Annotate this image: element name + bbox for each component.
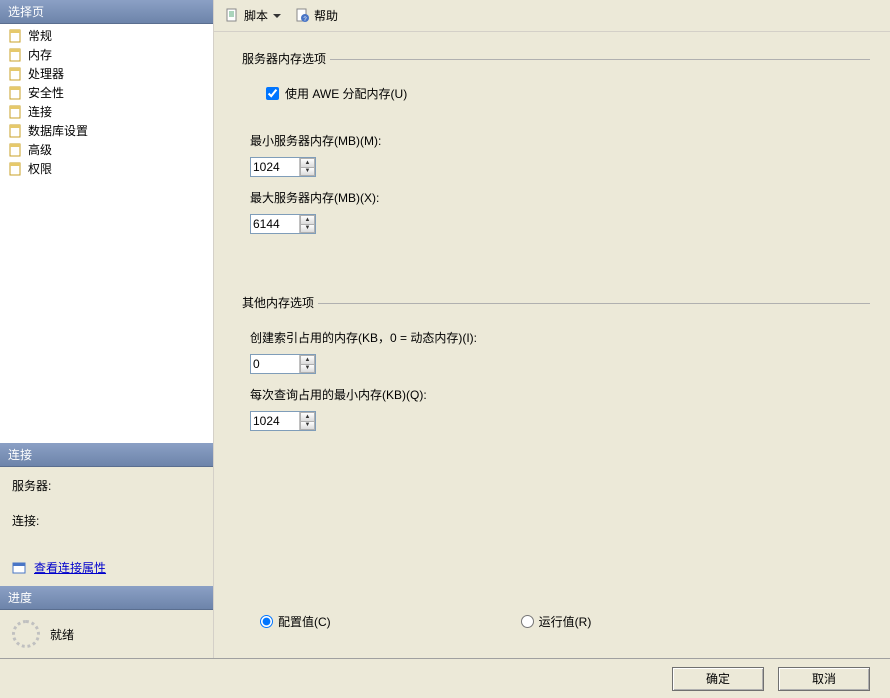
nav-label: 权限 — [28, 160, 52, 177]
nav-item-cpu[interactable]: 处理器 — [0, 64, 213, 83]
help-button[interactable]: ? 帮助 — [290, 4, 343, 27]
spin-down-icon[interactable]: ▼ — [300, 167, 315, 177]
nav-item-db-settings[interactable]: 数据库设置 — [0, 121, 213, 140]
query-memory-input[interactable] — [251, 412, 299, 430]
view-connection-properties-link[interactable]: 查看连接属性 — [34, 559, 106, 576]
page-icon — [8, 104, 24, 120]
nav-item-connections[interactable]: 连接 — [0, 102, 213, 121]
nav-item-security[interactable]: 安全性 — [0, 83, 213, 102]
other-memory-legend: 其他内存选项 — [242, 294, 314, 311]
nav-item-general[interactable]: 常规 — [0, 26, 213, 45]
max-memory-input[interactable] — [251, 215, 299, 233]
nav-item-advanced[interactable]: 高级 — [0, 140, 213, 159]
nav-item-permissions[interactable]: 权限 — [0, 159, 213, 178]
spin-up-icon[interactable]: ▲ — [300, 412, 315, 421]
configured-radio[interactable] — [260, 615, 273, 628]
nav-label: 内存 — [28, 46, 52, 63]
script-icon — [225, 8, 241, 24]
script-label: 脚本 — [244, 7, 268, 24]
min-memory-input[interactable] — [251, 158, 299, 176]
awe-checkbox-label[interactable]: 使用 AWE 分配内存(U) — [285, 85, 407, 102]
nav-label: 常规 — [28, 27, 52, 44]
running-radio-label[interactable]: 运行值(R) — [539, 613, 592, 630]
index-memory-spinner[interactable]: ▲ ▼ — [250, 354, 316, 374]
server-memory-legend: 服务器内存选项 — [242, 50, 326, 67]
ok-button[interactable]: 确定 — [672, 667, 764, 691]
nav-label: 高级 — [28, 141, 52, 158]
running-radio[interactable] — [521, 615, 534, 628]
select-page-header: 选择页 — [0, 0, 213, 24]
max-memory-spinner[interactable]: ▲ ▼ — [250, 214, 316, 234]
page-icon — [8, 142, 24, 158]
nav-label: 数据库设置 — [28, 122, 88, 139]
progress-spinner-icon — [12, 620, 40, 648]
max-memory-label: 最大服务器内存(MB)(X): — [250, 189, 870, 206]
awe-checkbox[interactable] — [266, 87, 279, 100]
spin-down-icon[interactable]: ▼ — [300, 421, 315, 431]
script-button[interactable]: 脚本 — [220, 4, 286, 27]
connection-header: 连接 — [0, 443, 213, 467]
help-label: 帮助 — [314, 7, 338, 24]
page-icon — [8, 85, 24, 101]
index-memory-input[interactable] — [251, 355, 299, 373]
progress-header: 进度 — [0, 586, 213, 610]
configured-radio-label[interactable]: 配置值(C) — [278, 613, 331, 630]
connection-label: 连接: — [12, 512, 203, 529]
properties-icon — [12, 560, 28, 576]
cancel-button[interactable]: 取消 — [778, 667, 870, 691]
nav-item-memory[interactable]: 内存 — [0, 45, 213, 64]
page-icon — [8, 161, 24, 177]
nav-label: 连接 — [28, 103, 52, 120]
page-icon — [8, 123, 24, 139]
spin-up-icon[interactable]: ▲ — [300, 355, 315, 364]
spin-down-icon[interactable]: ▼ — [300, 364, 315, 374]
query-memory-spinner[interactable]: ▲ ▼ — [250, 411, 316, 431]
min-memory-spinner[interactable]: ▲ ▼ — [250, 157, 316, 177]
page-icon — [8, 66, 24, 82]
page-icon — [8, 47, 24, 63]
spin-down-icon[interactable]: ▼ — [300, 224, 315, 234]
min-memory-label: 最小服务器内存(MB)(M): — [250, 132, 870, 149]
nav-label: 处理器 — [28, 65, 64, 82]
server-label: 服务器: — [12, 477, 203, 494]
chevron-down-icon — [273, 14, 281, 18]
spin-up-icon[interactable]: ▲ — [300, 215, 315, 224]
index-memory-label: 创建索引占用的内存(KB，0 = 动态内存)(I): — [250, 329, 870, 346]
query-memory-label: 每次查询占用的最小内存(KB)(Q): — [250, 386, 870, 403]
nav-label: 安全性 — [28, 84, 64, 101]
spin-up-icon[interactable]: ▲ — [300, 158, 315, 167]
page-icon — [8, 28, 24, 44]
nav-list: 常规 内存 处理器 安全性 连接 数据库设置 — [0, 24, 213, 180]
other-memory-group: 其他内存选项 创建索引占用的内存(KB，0 = 动态内存)(I): ▲ ▼ 每次… — [242, 294, 870, 431]
server-memory-group: 服务器内存选项 使用 AWE 分配内存(U) 最小服务器内存(MB)(M): ▲… — [242, 50, 870, 234]
progress-status: 就绪 — [50, 626, 74, 643]
help-icon: ? — [295, 8, 311, 24]
